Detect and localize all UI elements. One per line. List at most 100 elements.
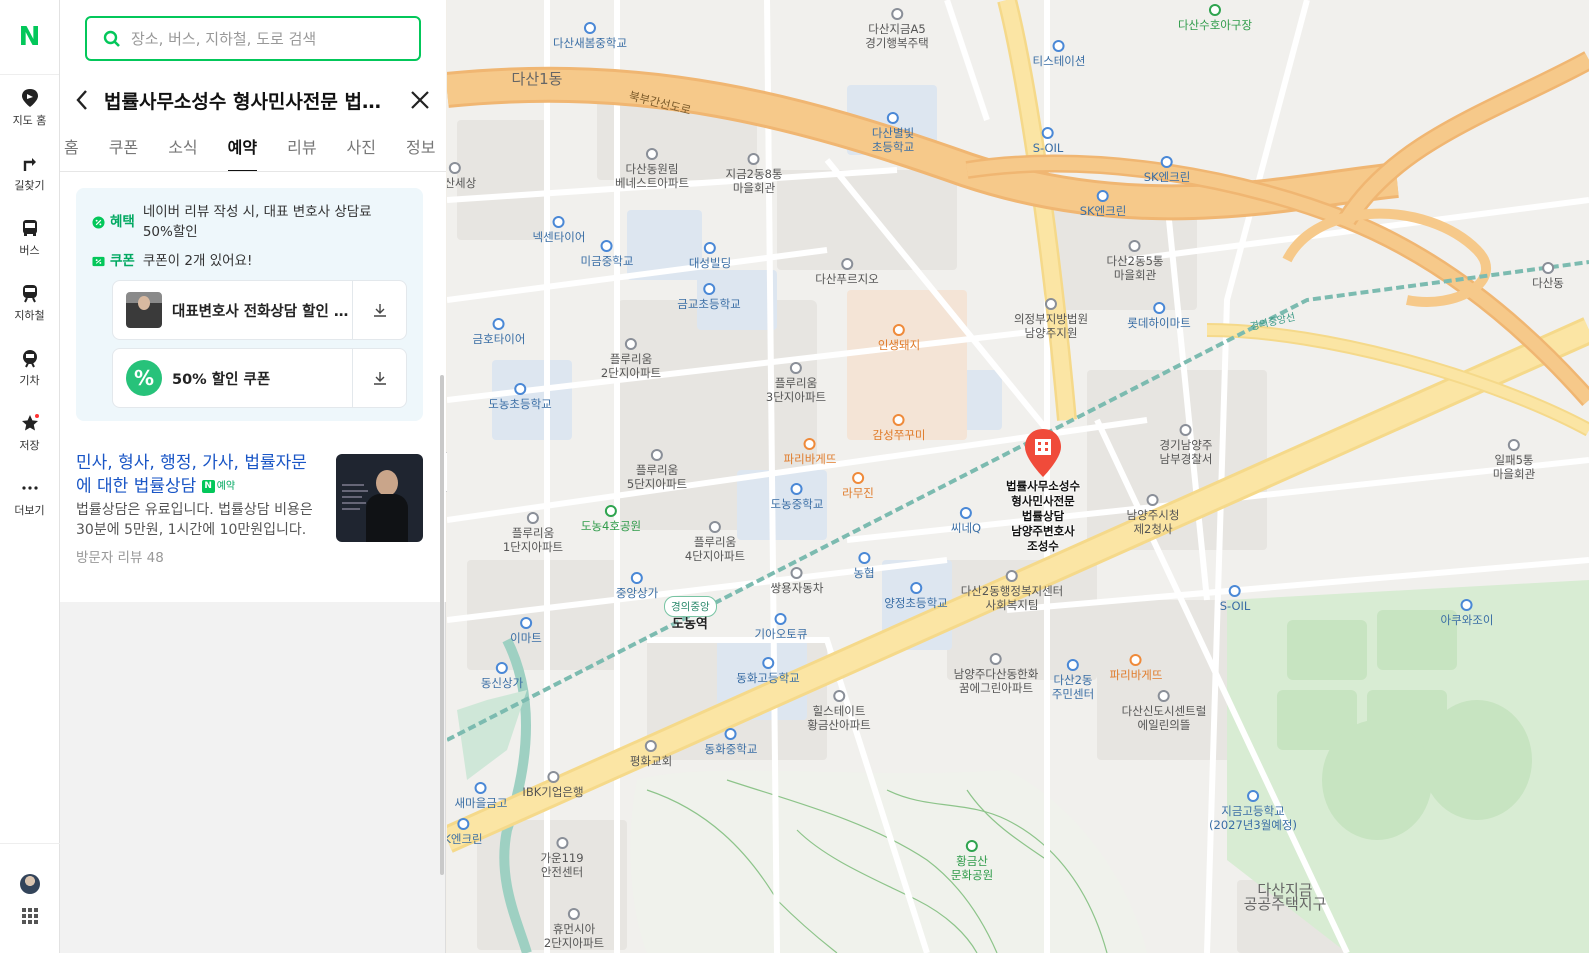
map-place-label[interactable]: S-OIL	[1220, 585, 1250, 613]
map-place-label[interactable]: 아쿠와조이	[1441, 599, 1493, 627]
tab-coupon[interactable]: 쿠폰	[109, 124, 138, 171]
map-place-label[interactable]: 도농중학교	[771, 483, 823, 511]
map-canvas[interactable]: 다산새봄중학교 다산지금A5 경기행복주택 다산수호아구장 티스테이션 다산1동 북부간선…	[447, 0, 1589, 953]
map-place-label[interactable]: 티스테이션	[1033, 40, 1085, 68]
map-place-label[interactable]: 경기남양주 남부경찰서	[1160, 424, 1212, 466]
map-place-label[interactable]: K엔크린	[447, 818, 483, 846]
map-place-label[interactable]: 다산별빛 초등학교	[872, 112, 914, 154]
place-marker-icon[interactable]	[1023, 427, 1063, 479]
map-place-label[interactable]: 미금중학교	[581, 240, 633, 268]
map-place-label[interactable]: SK엔크린	[1144, 156, 1190, 184]
map-place-label[interactable]: 다산세상	[447, 162, 476, 190]
close-button[interactable]	[400, 80, 440, 120]
user-avatar[interactable]	[20, 873, 40, 894]
search-box[interactable]	[85, 16, 421, 61]
booking-item-title[interactable]: 민사, 형사, 행정, 가사, 법률자문에 대한 법률상담 N 예약	[76, 452, 321, 499]
map-place-name: 양정초등학교	[884, 596, 948, 610]
map-place-label[interactable]: 씨네Q	[951, 507, 981, 535]
map-place-label[interactable]: 중앙상가	[616, 572, 658, 600]
nav-rail: N 지도 홈 길찾기 버스 지하철 기차 저장 더보기	[0, 0, 60, 953]
map-place-label[interactable]: 다산수호아구장	[1178, 4, 1252, 32]
coupon-download-button[interactable]	[352, 349, 406, 407]
map-place-label[interactable]: 남양주시청 제2청사	[1127, 494, 1179, 536]
coupon-card[interactable]: % 50% 할인 쿠폰	[112, 348, 407, 408]
map-place-label[interactable]: 이마트	[510, 617, 542, 645]
nav-subway[interactable]: 지하철	[0, 270, 59, 335]
map-place-label[interactable]: 플루리움 4단지아파트	[685, 521, 745, 563]
tab-reviews[interactable]: 리뷰	[287, 124, 316, 171]
nav-bus[interactable]: 버스	[0, 205, 59, 270]
map-place-label[interactable]: 가운119 안전센터	[540, 837, 584, 879]
map-place-label[interactable]: 인생돼지	[878, 324, 920, 352]
map-place-label[interactable]: 금교초등학교	[677, 283, 741, 311]
nav-more[interactable]: 더보기	[0, 465, 59, 530]
apps-grid-icon[interactable]	[22, 907, 38, 924]
map-place-label[interactable]: 넥센타이어	[533, 216, 585, 244]
map-place-label[interactable]: 도농4호공원	[581, 505, 641, 533]
map-place-label[interactable]: 다산푸르지오	[815, 258, 879, 286]
map-place-label[interactable]: 동신상가	[481, 662, 523, 690]
tab-info[interactable]: 정보	[406, 124, 435, 171]
map-place-label[interactable]: 휴먼시아 2단지아파트	[544, 908, 604, 950]
coupon-card[interactable]: 대표변호사 전화상담 할인 쿠폰	[112, 280, 407, 340]
map-place-label[interactable]: 도농초등학교	[488, 383, 552, 411]
back-button[interactable]	[60, 80, 104, 120]
map-place-label[interactable]: 지금2동8통 마을회관	[726, 153, 782, 195]
map-place-label[interactable]: 남양주다산동한화 꿈에그린아파트	[954, 653, 1038, 695]
map-place-label[interactable]: 평화교회	[630, 740, 672, 768]
map-place-label[interactable]: 라무진	[842, 472, 874, 500]
booking-item-title-text[interactable]: 민사, 형사, 행정, 가사, 법률자문에 대한 법률상담	[76, 453, 307, 497]
map-place-label[interactable]: 파리바게뜨	[784, 438, 836, 466]
map-place-label[interactable]: S-OIL	[1033, 127, 1063, 155]
map-place-label[interactable]: 금호타이어	[473, 318, 525, 346]
map-place-label[interactable]: 황금산 문화공원	[951, 840, 993, 882]
map-place-label[interactable]: 롯데하이마트	[1127, 302, 1191, 330]
nav-directions[interactable]: 길찾기	[0, 140, 59, 205]
map-place-label[interactable]: 플루리움 5단지아파트	[627, 449, 687, 491]
nav-label: 더보기	[14, 503, 45, 517]
map-place-label[interactable]: 쌍용자동차	[771, 567, 823, 595]
map-place-label[interactable]: 기아오토큐	[755, 613, 807, 641]
map-place-label[interactable]: IBK기업은행	[522, 771, 584, 799]
tab-photos[interactable]: 사진	[347, 124, 376, 171]
map-place-label[interactable]: 대성빌딩	[689, 242, 731, 270]
map-place-label[interactable]: 플루리움 3단지아파트	[766, 362, 826, 404]
nav-saved[interactable]: 저장	[0, 400, 59, 465]
map-place-label[interactable]: 새마을금고	[455, 782, 507, 810]
map-place-label[interactable]: 의정부지방법원 남양주지원	[1014, 298, 1088, 340]
map-place-label[interactable]: 지금고등학교 (2027년3월예정)	[1209, 790, 1297, 832]
map-place-label[interactable]: 다산동	[1532, 262, 1564, 290]
map-place-label[interactable]: 플루리움 1단지아파트	[503, 512, 563, 554]
nav-map-home[interactable]: 지도 홈	[0, 75, 59, 140]
panel-scrollbar[interactable]	[440, 375, 444, 875]
map-place-label[interactable]: 농협	[853, 552, 875, 580]
map-place-label[interactable]: 동화중학교	[705, 728, 757, 756]
naver-logo[interactable]: N	[0, 0, 59, 75]
map-place-label[interactable]: 다산2동 주민센터	[1052, 659, 1094, 701]
map-place-label[interactable]: 다산2동행정복지센터 사회복지팀	[961, 570, 1063, 612]
map-place-label[interactable]: 일패5통 마을회관	[1493, 439, 1535, 481]
booking-item[interactable]: 민사, 형사, 행정, 가사, 법률자문에 대한 법률상담 N 예약 법률상담은 …	[76, 452, 426, 572]
map-place-label[interactable]: 다산신도시센트럴 에일린의뜰	[1122, 690, 1206, 732]
map-place-label[interactable]: 다산지금A5 경기행복주택	[865, 8, 929, 50]
map-place-label[interactable]: SK엔크린	[1080, 190, 1126, 218]
marker-label[interactable]: 법률사무소성수 형사민사전문 법률상담 남양주변호사 조성수	[1006, 479, 1080, 554]
map-place-label[interactable]: 동화고등학교	[736, 657, 800, 685]
map-place-label[interactable]: 양정초등학교	[884, 582, 948, 610]
tab-booking[interactable]: 예약	[227, 124, 258, 171]
nav-train[interactable]: 기차	[0, 335, 59, 400]
coupon-download-button[interactable]	[352, 281, 406, 339]
map-place-label[interactable]: 힐스테이트 황금산아파트	[807, 690, 871, 732]
poi-icon	[553, 216, 565, 228]
map-place-label[interactable]: 다산새봄중학교	[553, 22, 627, 50]
tab-home[interactable]: 홈	[64, 124, 79, 171]
map-place-label[interactable]: 플루리움 2단지아파트	[601, 338, 661, 380]
tab-news[interactable]: 소식	[168, 124, 197, 171]
station-name[interactable]: 도농역	[672, 613, 708, 632]
map-place-label[interactable]: 다산동원림 베네스트아파트	[615, 148, 689, 190]
search-input[interactable]	[131, 29, 391, 48]
map-place-label[interactable]: 파리바게뜨	[1110, 654, 1162, 682]
map-place-label[interactable]: 감성쭈꾸미	[873, 414, 925, 442]
map-place-label[interactable]: 다산2동5통 마을회관	[1107, 240, 1163, 282]
booking-item-photo[interactable]	[336, 454, 423, 542]
